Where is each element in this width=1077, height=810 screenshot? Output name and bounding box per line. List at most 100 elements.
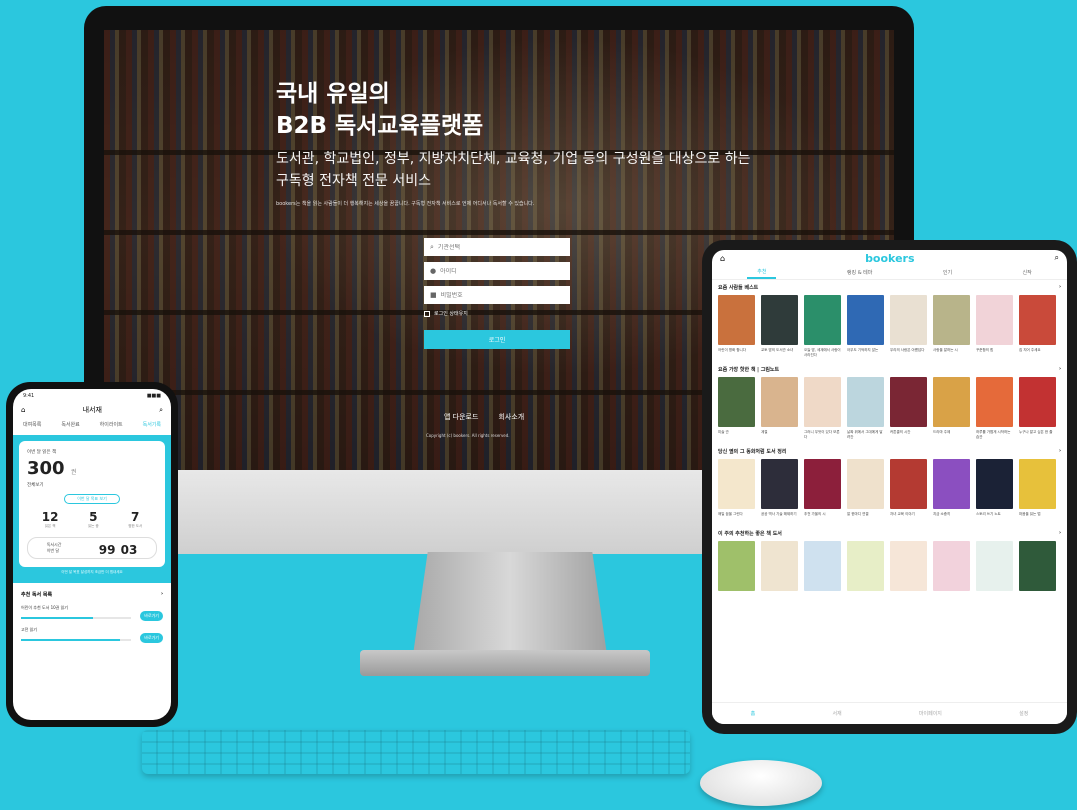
- tab-recommend[interactable]: 추천: [747, 266, 777, 279]
- reading-sub[interactable]: 전체보기: [27, 482, 157, 488]
- book-title[interactable]: 오늘 밤, 세계에서 사랑이 사라진다: [804, 348, 841, 360]
- tablet-logo[interactable]: bookers: [865, 252, 914, 265]
- search-icon[interactable]: ⌕: [1055, 253, 1059, 263]
- book-cover[interactable]: [1019, 377, 1056, 427]
- chevron-right-icon[interactable]: ›: [161, 591, 163, 598]
- go-button[interactable]: 바로가기: [140, 633, 163, 643]
- book-cover[interactable]: [761, 459, 798, 509]
- book-title[interactable]: 사랑을 말하는 시: [933, 348, 970, 360]
- book-title[interactable]: 스토리 쓰기 노트: [976, 512, 1013, 524]
- book-cover[interactable]: [718, 541, 755, 591]
- book-cover[interactable]: [718, 459, 755, 509]
- nav-mypage[interactable]: 마이페이지: [919, 710, 942, 717]
- book-title[interactable]: 미술 관: [718, 430, 755, 442]
- book-title[interactable]: [933, 594, 970, 606]
- password-field[interactable]: ■: [424, 286, 570, 304]
- book-cover[interactable]: [933, 295, 970, 345]
- tab-new[interactable]: 신작: [1023, 269, 1032, 276]
- section-header[interactable]: 이 주의 추천하는 좋은 책 도서 ›: [718, 530, 1061, 537]
- book-cover[interactable]: [890, 459, 927, 509]
- book-title[interactable]: [890, 594, 927, 606]
- book-title[interactable]: 교토 밤의 도서관 소녀: [761, 348, 798, 360]
- book-cover[interactable]: [1019, 459, 1056, 509]
- book-title[interactable]: 추천 가을의 시: [804, 512, 841, 524]
- list-item[interactable]: 고전 읽기 바로가기: [13, 624, 171, 646]
- book-title[interactable]: 매일 꿈을 그린다: [718, 512, 755, 524]
- book-title[interactable]: 계절: [761, 430, 798, 442]
- book-cover[interactable]: [718, 377, 755, 427]
- home-icon[interactable]: ⌂: [21, 406, 25, 414]
- book-title[interactable]: 커튼콜의 시간: [890, 430, 927, 442]
- section-header[interactable]: 요즘 가장 핫한 책 | 그림노트 ›: [718, 366, 1061, 373]
- nav-home[interactable]: 홈: [751, 710, 756, 717]
- chevron-right-icon[interactable]: ›: [1059, 448, 1061, 455]
- book-cover[interactable]: [1019, 541, 1056, 591]
- book-title[interactable]: 우리의 사랑은 아름답다: [890, 348, 927, 360]
- book-title[interactable]: 공공 역사 기술 해제하기: [761, 512, 798, 524]
- id-field[interactable]: ●: [424, 262, 570, 280]
- book-cover[interactable]: [976, 377, 1013, 427]
- book-title[interactable]: 지금 소중히: [933, 512, 970, 524]
- institution-field[interactable]: ⌕: [424, 238, 570, 256]
- book-cover[interactable]: [847, 295, 884, 345]
- book-title[interactable]: 날짜 위에서 그대에게 달려간: [847, 430, 884, 442]
- section-header[interactable]: 당신 옆의 그 동화처럼 도서 정리 ›: [718, 448, 1061, 455]
- book-cover[interactable]: [890, 295, 927, 345]
- book-cover[interactable]: [847, 377, 884, 427]
- book-cover[interactable]: [933, 541, 970, 591]
- nav-library[interactable]: 서재: [832, 710, 841, 717]
- book-cover[interactable]: [933, 377, 970, 427]
- tab-records[interactable]: 독서기록: [143, 421, 161, 428]
- book-title[interactable]: [976, 594, 1013, 606]
- institution-input[interactable]: [437, 243, 548, 251]
- book-title[interactable]: 그러니 무엇이 있다 모른다: [804, 430, 841, 442]
- chevron-right-icon[interactable]: ›: [1059, 530, 1061, 537]
- book-cover[interactable]: [804, 459, 841, 509]
- book-cover[interactable]: [761, 541, 798, 591]
- search-icon[interactable]: ⌕: [159, 406, 163, 415]
- tab-popular[interactable]: 인기: [943, 269, 952, 276]
- book-cover[interactable]: [804, 541, 841, 591]
- book-title[interactable]: 집 지어 주세요: [1019, 348, 1056, 360]
- go-button[interactable]: 바로가기: [140, 611, 163, 621]
- goal-pill-button[interactable]: 이번 달 목표 보기: [64, 494, 120, 504]
- nav-settings[interactable]: 설정: [1019, 710, 1028, 717]
- company-info-link[interactable]: 회사소개: [498, 412, 524, 422]
- password-input[interactable]: [440, 291, 551, 299]
- remember-me[interactable]: 로그인 상태유지: [424, 310, 570, 317]
- id-input[interactable]: [440, 267, 551, 275]
- chevron-right-icon[interactable]: ›: [1059, 284, 1061, 291]
- book-cover[interactable]: [847, 459, 884, 509]
- book-title[interactable]: [804, 594, 841, 606]
- chevron-right-icon[interactable]: ›: [1059, 366, 1061, 373]
- book-title[interactable]: [847, 594, 884, 606]
- book-cover[interactable]: [1019, 295, 1056, 345]
- section-header[interactable]: 요즘 사람들 베스트 ›: [718, 284, 1061, 291]
- tab-completed[interactable]: 독서완료: [61, 421, 79, 428]
- book-cover[interactable]: [890, 377, 927, 427]
- book-title[interactable]: 어린이 명화 합니다: [718, 348, 755, 360]
- book-cover[interactable]: [804, 377, 841, 427]
- tab-highlights[interactable]: 하이라이트: [100, 421, 123, 428]
- tab-ranking[interactable]: 랭킹 & 테마: [847, 269, 872, 276]
- login-button[interactable]: 로그인: [424, 330, 570, 349]
- book-cover[interactable]: [804, 295, 841, 345]
- book-title[interactable]: 마음을 읽는 법: [1019, 512, 1056, 524]
- book-title[interactable]: 말 한마디 연결: [847, 512, 884, 524]
- book-cover[interactable]: [718, 295, 755, 345]
- book-cover[interactable]: [761, 295, 798, 345]
- book-cover[interactable]: [761, 377, 798, 427]
- book-title[interactable]: 하루를 가볍게 시작하는 습관: [976, 430, 1013, 442]
- book-title[interactable]: 아무도 기억하지 않는: [847, 348, 884, 360]
- book-title[interactable]: [761, 594, 798, 606]
- book-title[interactable]: 자녀 교육 이야기: [890, 512, 927, 524]
- book-cover[interactable]: [976, 541, 1013, 591]
- book-title[interactable]: [718, 594, 755, 606]
- book-cover[interactable]: [976, 459, 1013, 509]
- app-download-link[interactable]: 앱 다운로드: [444, 412, 478, 422]
- book-title[interactable]: 드라마 주제: [933, 430, 970, 442]
- book-cover[interactable]: [933, 459, 970, 509]
- book-cover[interactable]: [847, 541, 884, 591]
- list-item[interactable]: 어린이 추천 도서 10권 읽기 바로가기: [13, 602, 171, 624]
- book-title[interactable]: 누구나 알고 싶은 한 줄: [1019, 430, 1056, 442]
